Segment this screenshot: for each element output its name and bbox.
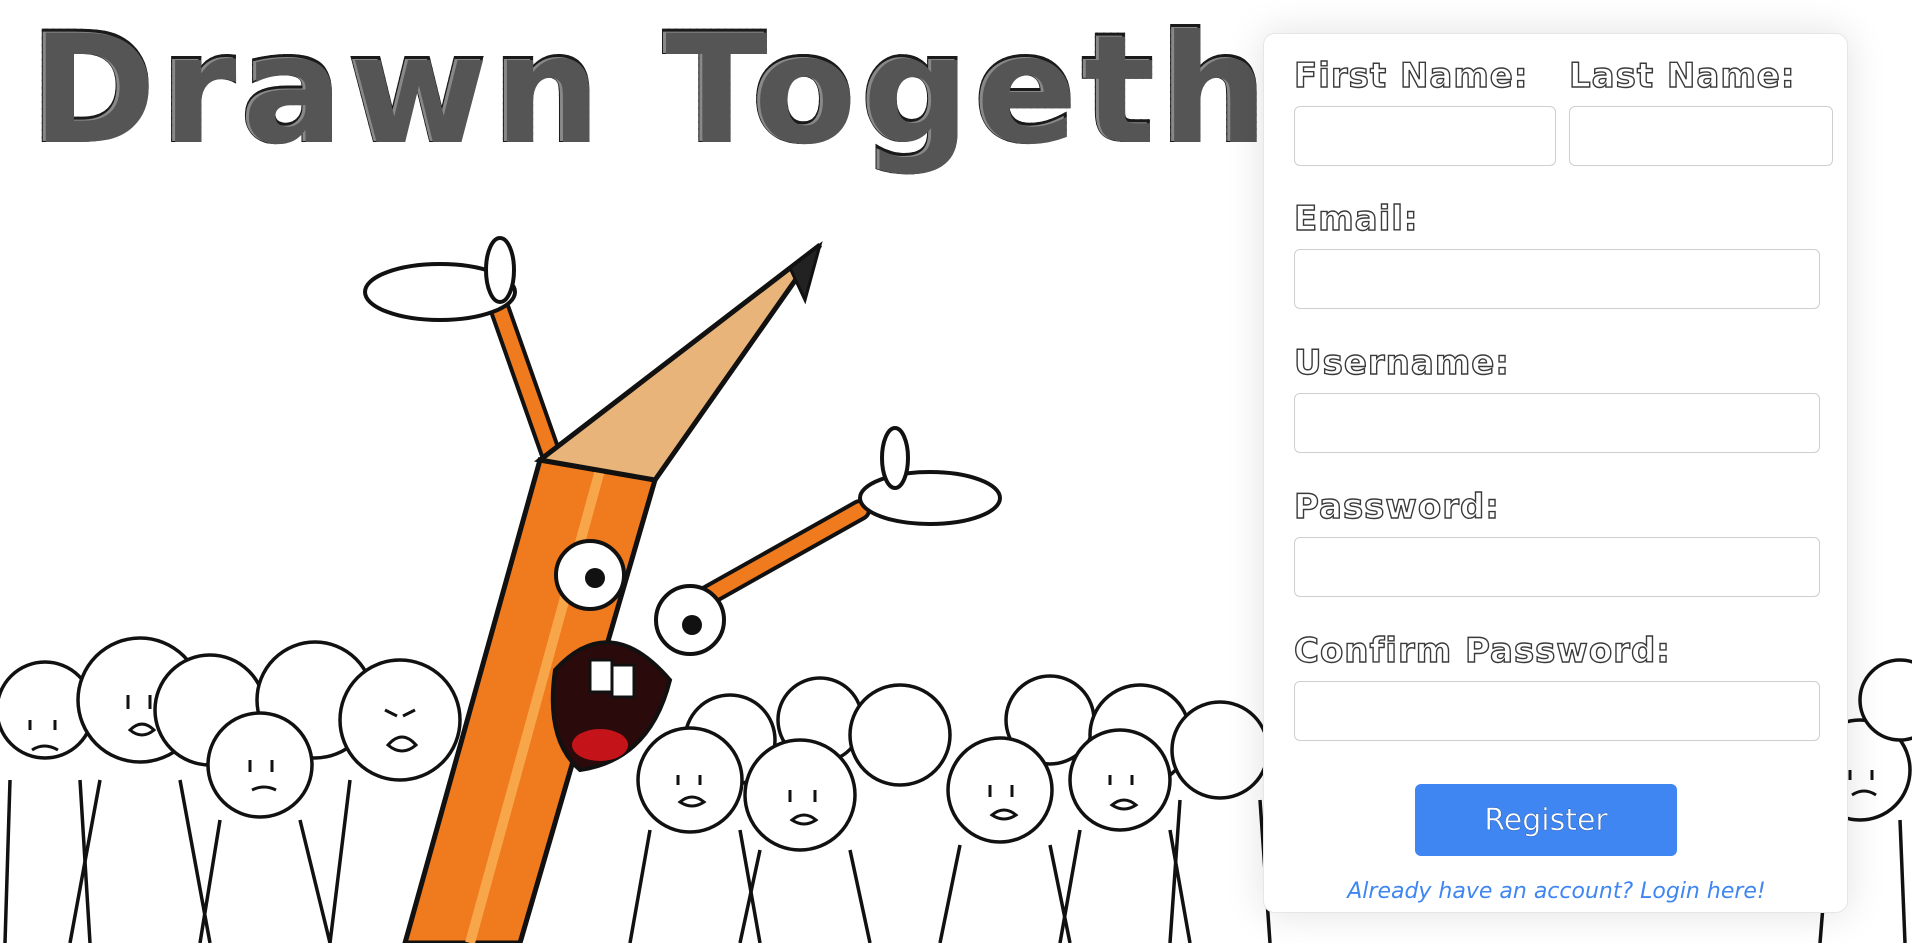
app-title: Drawn Together: [28, 12, 1460, 166]
email-label: Email:: [1293, 199, 1419, 239]
login-link[interactable]: Already have an account? Login here!: [1264, 879, 1849, 904]
last-name-label: Last Name:: [1568, 56, 1796, 96]
first-name-label: First Name:: [1293, 56, 1529, 96]
email-input[interactable]: [1294, 249, 1820, 309]
registration-page: Drawn Together First Name: Last Name: Em…: [0, 0, 1912, 943]
confirm-password-label: Confirm Password:: [1293, 631, 1671, 671]
registration-form: First Name: Last Name: Email: Username: …: [1263, 33, 1848, 913]
app-title-text: Drawn Together: [28, 2, 1461, 176]
pencil-mascot: [363, 236, 1002, 943]
confirm-password-input[interactable]: [1294, 681, 1820, 741]
register-button[interactable]: Register: [1415, 784, 1677, 856]
username-input[interactable]: [1294, 393, 1820, 453]
username-label: Username:: [1293, 343, 1510, 383]
first-name-input[interactable]: [1294, 106, 1556, 166]
last-name-input[interactable]: [1569, 106, 1833, 166]
password-input[interactable]: [1294, 537, 1820, 597]
password-label: Password:: [1293, 487, 1500, 527]
